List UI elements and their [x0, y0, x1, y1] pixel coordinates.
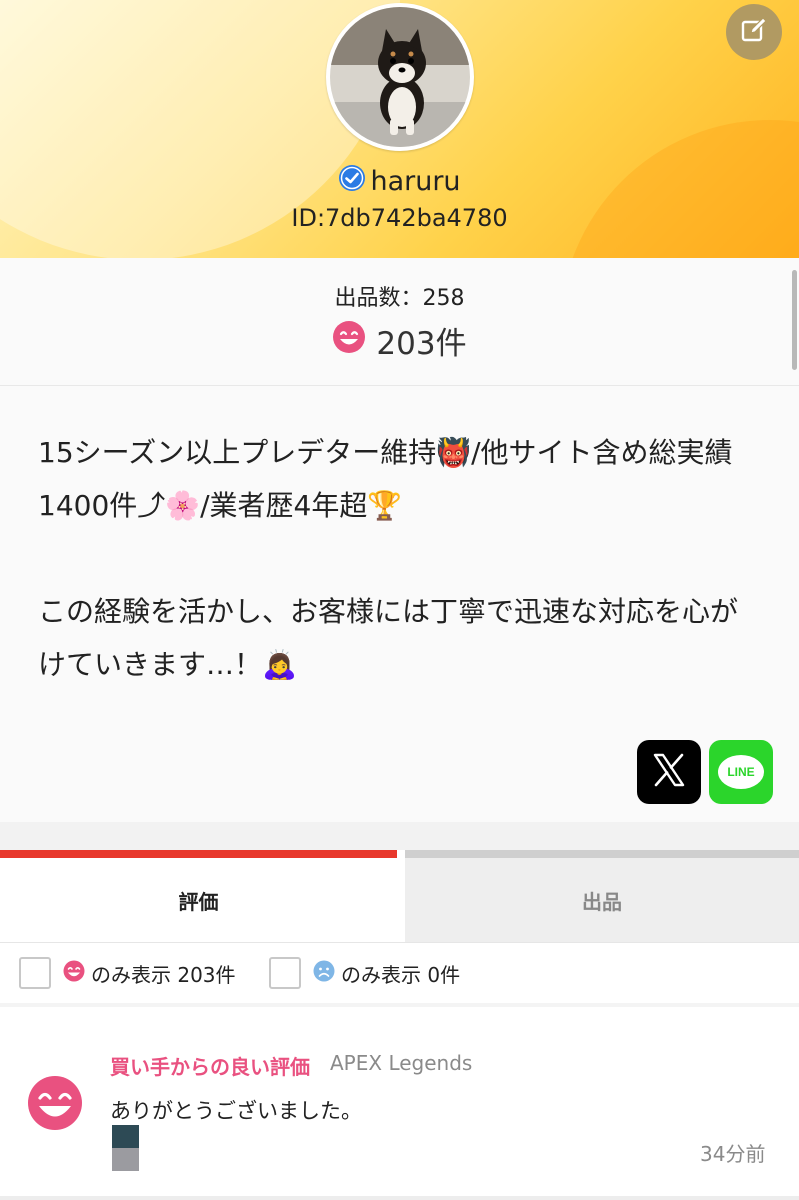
smiley-face-icon	[27, 1075, 83, 1135]
filter-good-checkbox[interactable]	[19, 957, 51, 989]
filter-bad-label: のみ表示 0件	[341, 962, 461, 987]
listing-count: 出品数：258	[334, 286, 465, 311]
divider	[0, 1196, 799, 1200]
stats-section: 出品数：258 203件	[0, 258, 799, 386]
bio-text: 15シーズン以上プレデター維持👹/他サイト含め総実績1400件⤴🌸/業者歴4年超…	[38, 436, 739, 681]
smiley-face-icon	[332, 320, 366, 362]
smiley-face-icon	[63, 960, 85, 987]
user-id: ID:7db742ba4780	[291, 204, 508, 232]
share-x-button[interactable]	[637, 740, 701, 804]
edit-profile-button[interactable]	[726, 4, 782, 60]
line-logo-label: LINE	[727, 765, 755, 779]
review-thumbnail	[112, 1125, 139, 1171]
rating-count-text: 203件	[376, 326, 467, 362]
edit-icon	[739, 15, 769, 49]
tab-indicator-inactive	[405, 850, 799, 858]
scrollbar[interactable]	[792, 270, 797, 370]
review-item[interactable]: 買い手からの良い評価 APEX Legends ありがとうございました。 34分…	[0, 1007, 799, 1200]
tab-reviews[interactable]: 評価	[0, 858, 397, 942]
review-category: APEX Legends	[330, 1051, 473, 1075]
bio-section: 15シーズン以上プレデター維持👹/他サイト含め総実績1400件⤴🌸/業者歴4年超…	[0, 386, 799, 822]
filter-bad-checkbox[interactable]	[269, 957, 301, 989]
tab-listings[interactable]: 出品	[405, 858, 799, 942]
review-title: 買い手からの良い評価	[110, 1055, 310, 1079]
good-rating-count[interactable]: 203件	[0, 318, 799, 363]
filter-bad-only[interactable]: のみ表示 0件	[269, 957, 460, 989]
review-text: ありがとうございました。	[110, 1099, 362, 1123]
username: haruru	[370, 166, 461, 197]
username-row: haruru	[0, 164, 799, 199]
tab-indicator-active	[0, 850, 397, 858]
x-logo-icon	[650, 751, 688, 793]
review-filter-row: のみ表示 203件 のみ表示 0件	[0, 942, 799, 1008]
line-logo-icon: LINE	[718, 755, 764, 789]
filter-good-label: のみ表示 203件	[91, 962, 236, 987]
review-timestamp: 34分前	[700, 1142, 766, 1166]
section-divider	[0, 822, 799, 850]
sad-face-icon	[313, 960, 335, 987]
verified-check-icon	[338, 164, 366, 199]
share-line-button[interactable]: LINE	[709, 740, 773, 804]
profile-avatar	[326, 3, 474, 151]
filter-good-only[interactable]: のみ表示 203件	[19, 957, 236, 989]
